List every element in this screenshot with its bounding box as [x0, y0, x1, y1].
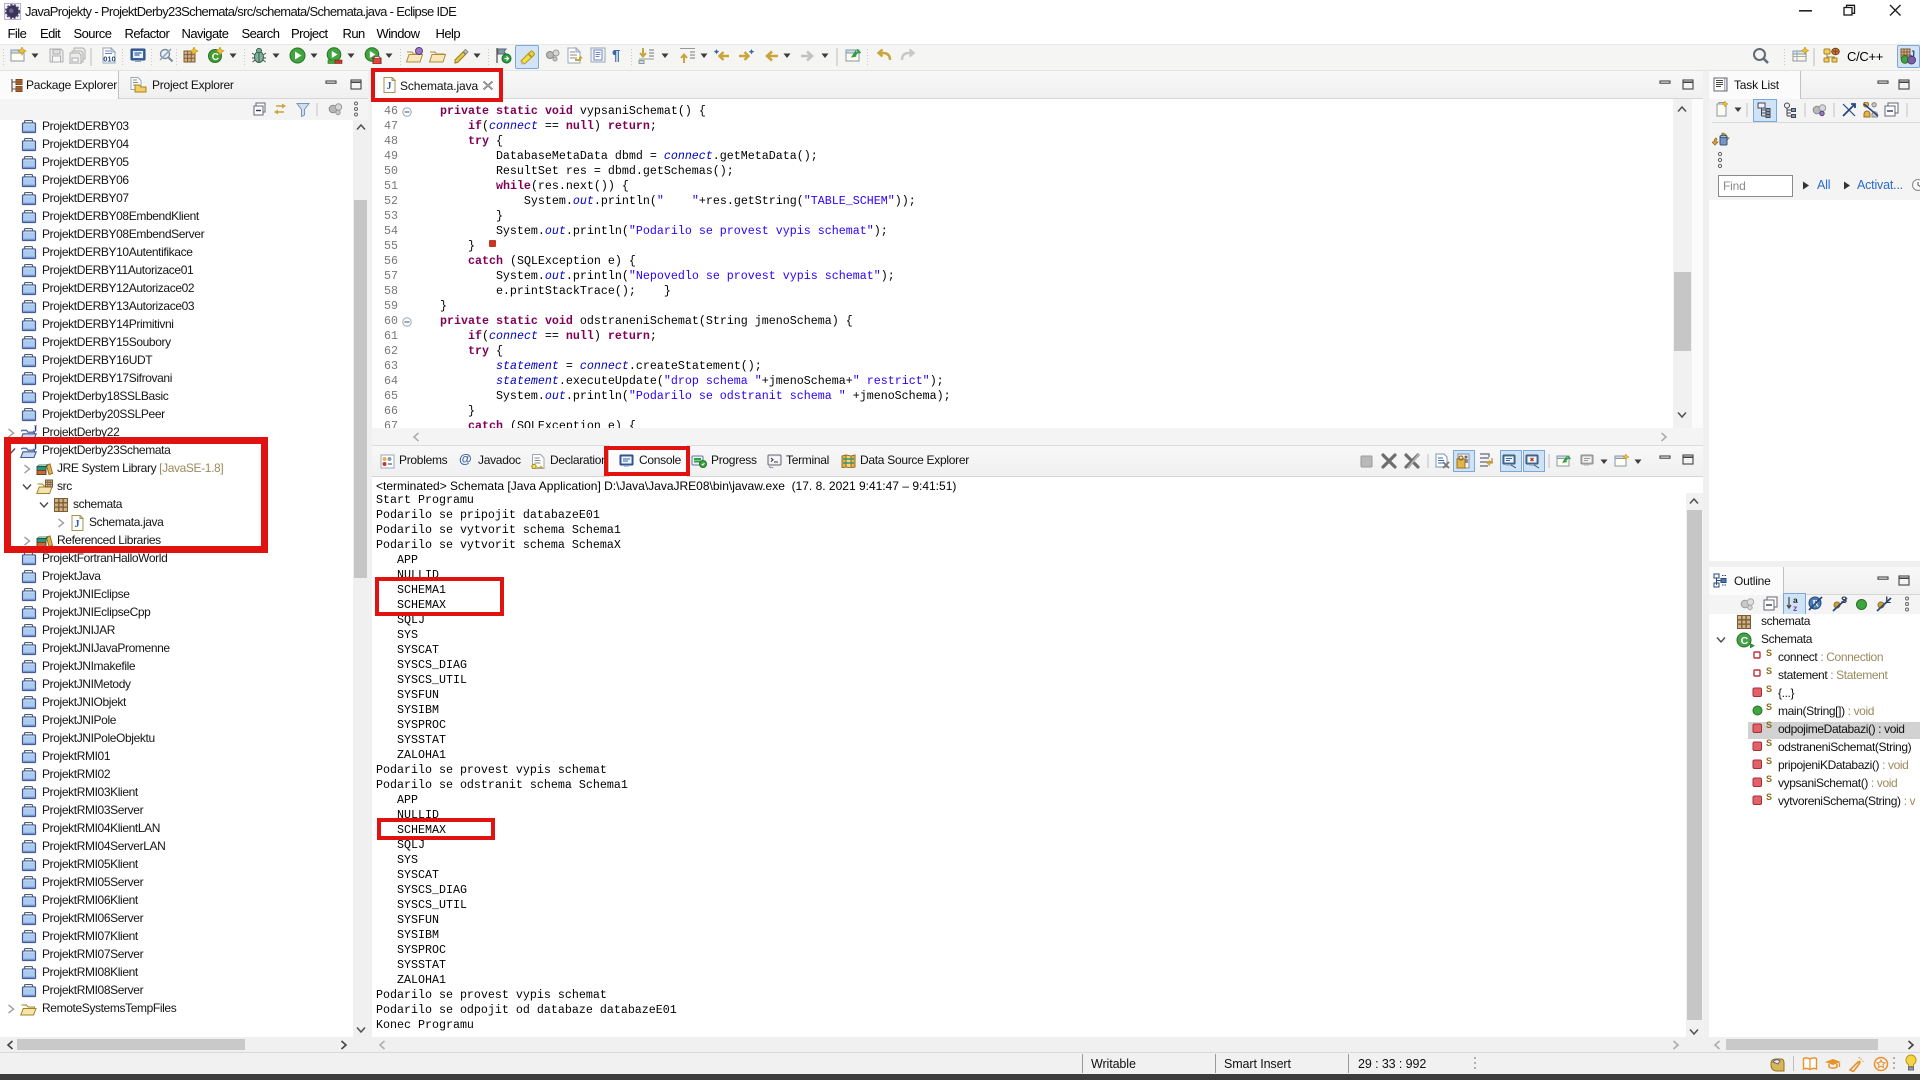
svg-text:z: z	[1793, 603, 1797, 613]
svg-text:010: 010	[103, 55, 116, 64]
svg-text:C: C	[1741, 635, 1749, 647]
svg-text:J: J	[1910, 49, 1915, 59]
svg-text:J: J	[33, 425, 38, 435]
svg-text:C: C	[212, 52, 219, 63]
